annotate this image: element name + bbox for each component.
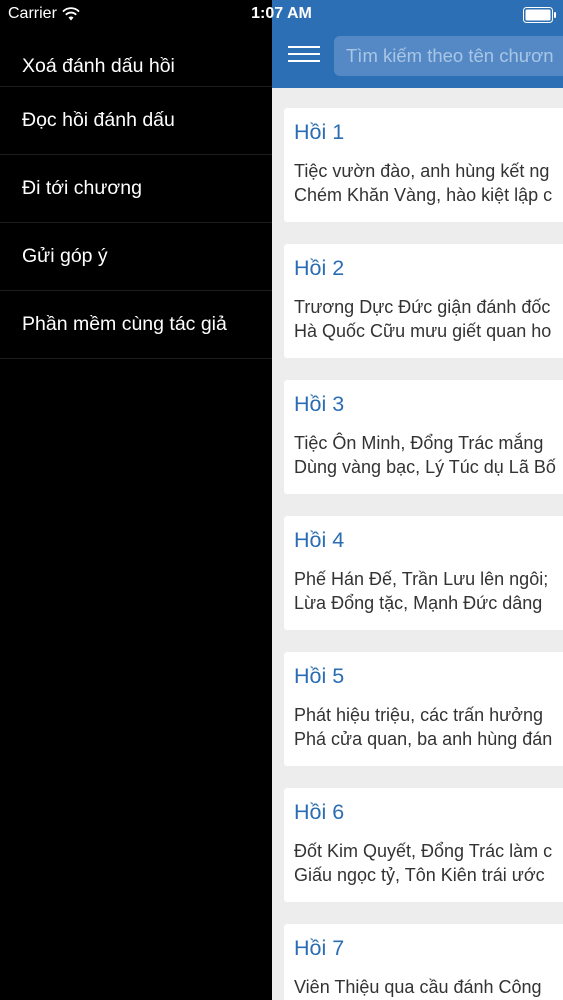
- drawer-item-label: Đi tới chương: [22, 177, 142, 199]
- chapter-subtitle-line: Lừa Đổng tặc, Mạnh Đức dâng: [294, 593, 543, 613]
- side-drawer: Xoá đánh dấu hồi Đọc hồi đánh dấu Đi tới…: [0, 0, 272, 1000]
- drawer-menu-list: Xoá đánh dấu hồi Đọc hồi đánh dấu Đi tới…: [0, 34, 272, 359]
- chapter-card[interactable]: Hồi 1 Tiệc vườn đào, anh hùng kết ng Ché…: [284, 108, 563, 222]
- chapter-card[interactable]: Hồi 5 Phát hiệu triệu, các trấn hưởng Ph…: [284, 652, 563, 766]
- chapter-title: Hồi 6: [294, 800, 345, 824]
- battery-icon: [523, 7, 556, 23]
- drawer-item-label: Phần mềm cùng tác giả: [22, 313, 227, 335]
- chapter-title: Hồi 1: [294, 120, 345, 144]
- drawer-item-go-to-chapter[interactable]: Đi tới chương: [0, 155, 272, 223]
- chapter-subtitle-line: Tiệc vườn đào, anh hùng kết ng: [294, 161, 550, 181]
- chapter-subtitle-line: Tiệc Ôn Minh, Đổng Trác mắng: [294, 433, 544, 453]
- chapter-subtitle-line: Phá cửa quan, ba anh hùng đán: [294, 729, 553, 749]
- status-time: 1:07 AM: [251, 5, 312, 22]
- drawer-item-label: Xoá đánh dấu hồi: [22, 54, 175, 77]
- chapter-subtitle-line: Trương Dực Đức giận đánh đốc: [294, 297, 551, 317]
- chapter-subtitle-line: Viên Thiệu qua cầu đánh Công: [294, 977, 542, 997]
- chapter-subtitle-line: Phế Hán Đế, Trần Lưu lên ngôi;: [294, 569, 549, 589]
- chapter-card[interactable]: Hồi 6 Đốt Kim Quyết, Đổng Trác làm c Giấ…: [284, 788, 563, 902]
- drawer-item-other-apps[interactable]: Phần mềm cùng tác giả: [0, 291, 272, 359]
- drawer-item-read-bookmark[interactable]: Đọc hồi đánh dấu: [0, 87, 272, 155]
- drawer-item-clear-bookmark[interactable]: Xoá đánh dấu hồi: [0, 34, 272, 87]
- chapter-title: Hồi 4: [294, 528, 345, 552]
- chapter-title: Hồi 5: [294, 664, 345, 688]
- chapter-subtitle-line: Phát hiệu triệu, các trấn hưởng: [294, 705, 543, 725]
- chapter-card[interactable]: Hồi 2 Trương Dực Đức giận đánh đốc Hà Qu…: [284, 244, 563, 358]
- chapter-subtitle-line: Giấu ngọc tỷ, Tôn Kiên trái ước: [294, 865, 545, 885]
- chapter-card[interactable]: Hồi 3 Tiệc Ôn Minh, Đổng Trác mắng Dùng …: [284, 380, 563, 494]
- drawer-item-label: Gửi góp ý: [22, 245, 108, 267]
- drawer-item-label: Đọc hồi đánh dấu: [22, 109, 175, 131]
- hamburger-menu-icon[interactable]: [288, 46, 320, 64]
- chapter-subtitle-line: Đốt Kim Quyết, Đổng Trác làm c: [294, 841, 553, 861]
- chapter-title: Hồi 2: [294, 256, 345, 280]
- status-bar: Carrier 1:07 AM: [0, 0, 563, 30]
- drawer-item-send-feedback[interactable]: Gửi góp ý: [0, 223, 272, 291]
- chapter-card[interactable]: Hồi 4 Phế Hán Đế, Trần Lưu lên ngôi; Lừa…: [284, 516, 563, 630]
- chapter-card[interactable]: Hồi 7 Viên Thiệu qua cầu đánh Công: [284, 924, 563, 1000]
- chapter-subtitle-line: Hà Quốc Cữu mưu giết quan ho: [294, 321, 552, 341]
- chapter-title: Hồi 3: [294, 392, 345, 416]
- chapter-subtitle-line: Chém Khăn Vàng, hào kiệt lập c: [294, 185, 553, 205]
- chapter-subtitle-line: Dùng vàng bạc, Lý Túc dụ Lã Bố: [294, 457, 556, 477]
- app-screen: Carrier 1:07 AM Xoá đánh dấu hồi Đọc hồi…: [0, 0, 563, 1000]
- search-input[interactable]: [334, 36, 563, 76]
- chapter-title: Hồi 7: [294, 936, 345, 960]
- main-content: Hồi 1 Tiệc vườn đào, anh hùng kết ng Ché…: [272, 0, 563, 1000]
